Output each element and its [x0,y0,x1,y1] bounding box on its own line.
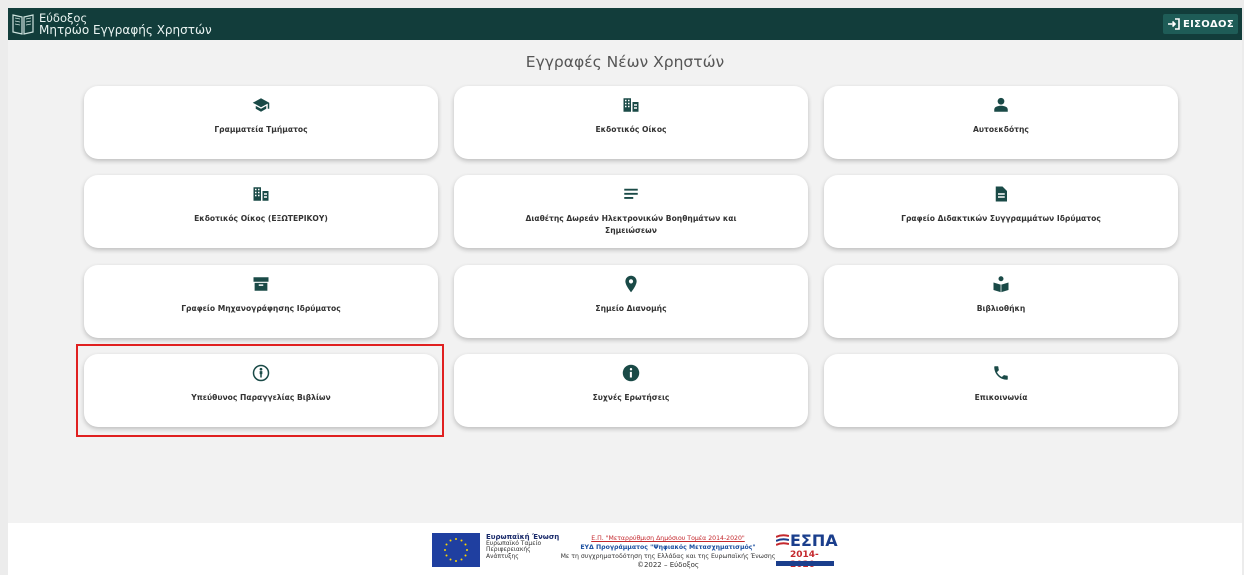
card-faq[interactable]: Συχνές Ερωτήσεις [454,354,808,427]
card-label: Γραφείο Μηχανογράφησης Ιδρύματος [181,304,341,313]
espa-years: 2014-2020 [790,550,819,570]
copyright: ©2022 – Εύδοξος [636,561,700,569]
brand-text: Εύδοξος Μητρώο Εγγραφής Χρηστών [39,12,212,36]
phone-icon [994,366,1008,380]
card-library[interactable]: Βιβλιοθήκη [824,265,1178,338]
person-icon [994,97,1008,112]
info-icon [622,364,640,382]
espa-bar [776,561,834,566]
card-mechanization-office[interactable]: Γραφείο Μηχανογράφησης Ιδρύματος [84,265,438,338]
eu-line4: Ανάπτυξης [486,552,519,560]
card-label: Γραμματεία Τμήματος [214,125,308,134]
eu-flag-icon [432,533,480,567]
card-label: Γραφείο Διδακτικών Συγγραμμάτων Ιδρύματο… [901,214,1101,223]
reading-icon [993,276,1009,293]
login-label: ΕΙΣΟΔΟΣ [1182,18,1234,30]
location-pin-icon [625,275,637,293]
card-textbooks-office[interactable]: Γραφείο Διδακτικών Συγγραμμάτων Ιδρύματο… [824,175,1178,248]
card-label: Βιβλιοθήκη [976,304,1026,313]
card-label: Επικοινωνία [974,393,1028,402]
brand-line2: Μητρώο Εγγραφής Χρηστών [39,23,212,37]
espa-wave-icon [776,534,789,546]
page: Εύδοξος Μητρώο Εγγραφής Χρηστών ΕΙΣΟΔΟΣ … [8,8,1242,575]
brand[interactable]: Εύδοξος Μητρώο Εγγραφής Χρηστών [10,11,212,37]
footer: Ευρωπαϊκή Ένωση Ευρωπαϊκό Ταμείο Περιφερ… [8,523,1242,575]
program-line2: ΕΥΔ Προγράμματος "Ψηφιακός Μετασχηματισμ… [580,544,756,551]
card-label: Εκδοτικός Οίκος [595,125,667,134]
notes-icon [624,188,638,199]
espa-title: ΕΣΠΑ [790,531,838,550]
building-icon [623,98,639,112]
selection-highlight [76,344,444,437]
login-button[interactable]: ΕΙΣΟΔΟΣ [1162,14,1238,34]
card-foreign-publisher[interactable]: Εκδοτικός Οίκος (ΕΞΩΤΕΡΙΚΟΥ) [84,175,438,248]
book-logo-icon [12,14,34,35]
card-label: Αυτοεκδότης [973,125,1029,134]
program-line1[interactable]: Ε.Π. "Μεταρρύθμιση Δημόσιου Τομέα 2014-2… [558,534,778,543]
card-contact[interactable]: Επικοινωνία [824,354,1178,427]
card-department-secretariat[interactable]: Γραμματεία Τμήματος [84,86,438,159]
page-title: Εγγραφές Νέων Χρηστών [525,53,725,71]
top-bar: Εύδοξος Μητρώο Εγγραφής Χρηστών ΕΙΣΟΔΟΣ [8,8,1242,40]
school-icon [252,98,270,112]
program-line3: Με τη συγχρηματοδότηση της Ελλάδας και τ… [560,553,776,560]
card-free-electronic-aids-provider[interactable]: Διαθέτης Δωρεάν Ηλεκτρονικών Βοηθημάτων … [454,175,808,248]
login-icon [1167,18,1180,30]
building-icon [253,187,269,201]
document-icon [995,186,1007,202]
card-label: Συχνές Ερωτήσεις [592,393,670,402]
card-distribution-point[interactable]: Σημείο Διανομής [454,265,808,338]
program-text: Ε.Π. "Μεταρρύθμιση Δημόσιου Τομέα 2014-2… [558,534,778,570]
card-self-publisher[interactable]: Αυτοεκδότης [824,86,1178,159]
archive-icon [253,277,269,291]
card-publisher[interactable]: Εκδοτικός Οίκος [454,86,808,159]
espa-logo: ΕΣΠΑ 2014-2020 [776,531,838,570]
card-label: Σημείο Διανομής [595,304,667,313]
eu-text: Ευρωπαϊκή Ένωση Ευρωπαϊκό Ταμείο Περιφερ… [486,534,559,560]
card-label: Εκδοτικός Οίκος (ΕΞΩΤΕΡΙΚΟΥ) [194,214,328,223]
card-label: Διαθέτης Δωρεάν Ηλεκτρονικών Βοηθημάτων … [525,214,737,235]
